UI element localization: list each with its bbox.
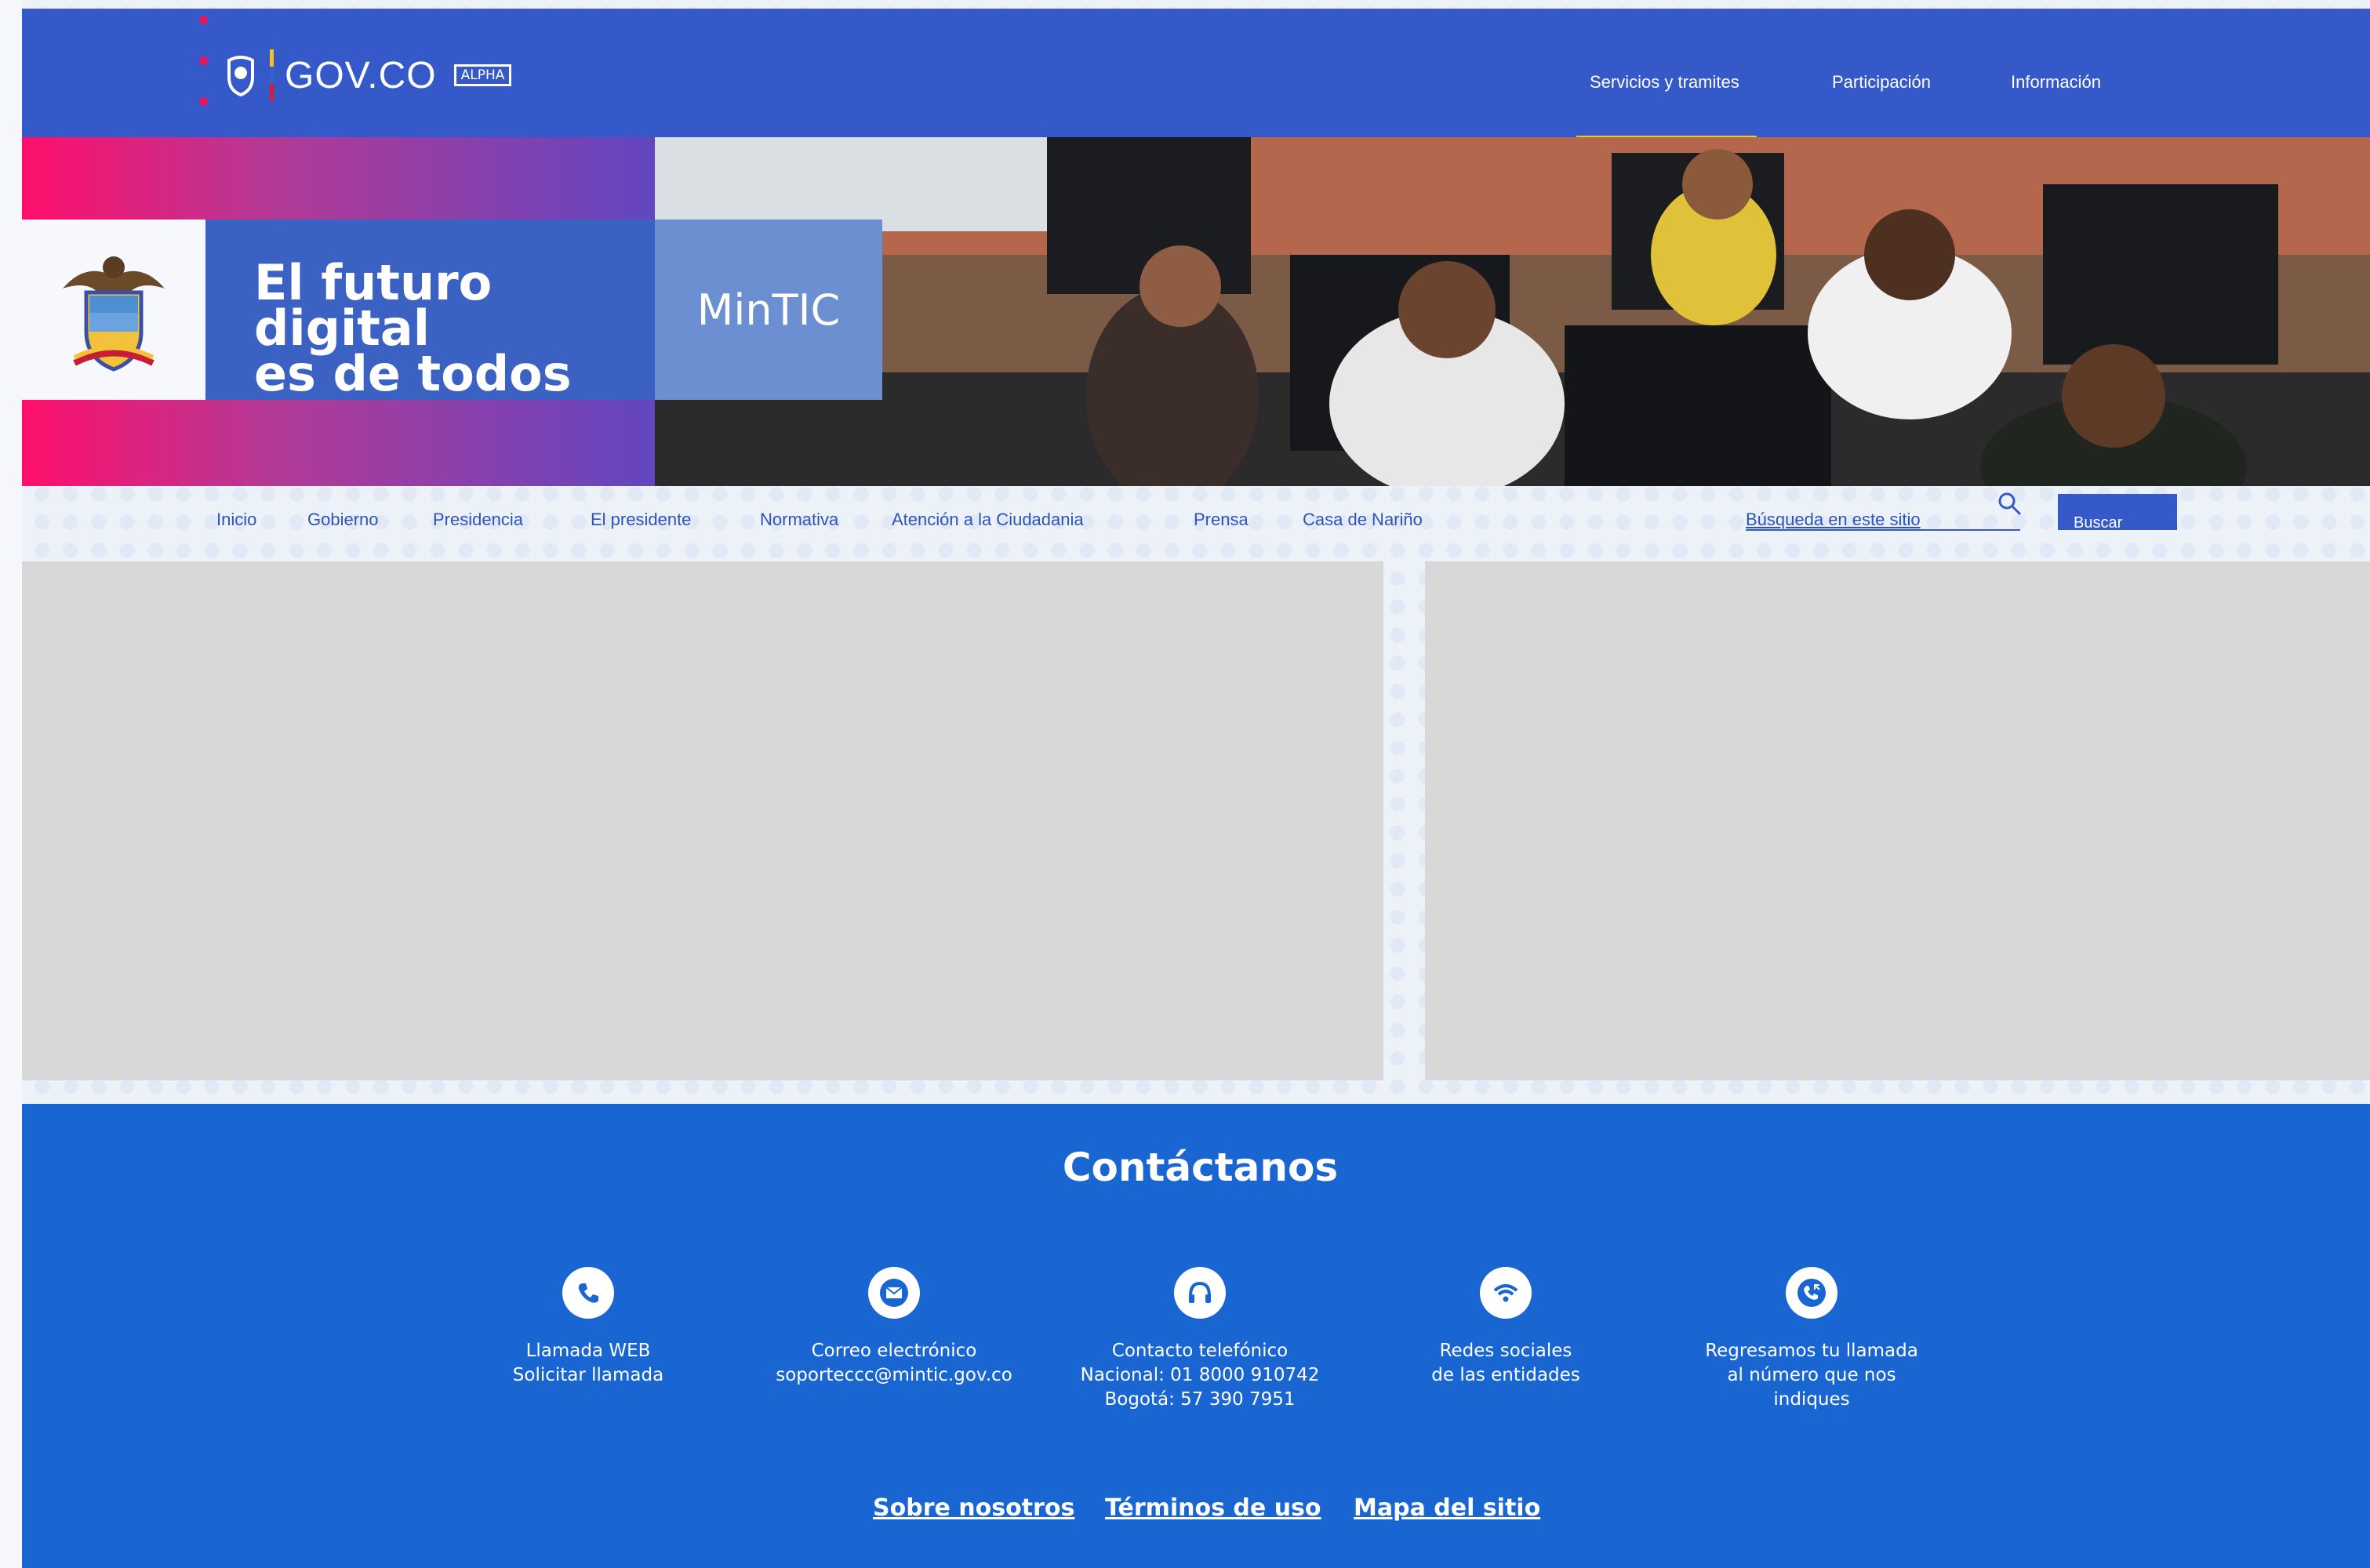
entity-label: MinTIC: [655, 220, 882, 400]
search-underline: [1746, 529, 2020, 531]
nav-prensa[interactable]: Prensa: [1194, 510, 1249, 530]
contact-line: al número que nos: [1727, 1365, 1896, 1385]
contact-line: soporteccc@mintic.gov.co: [776, 1365, 1012, 1385]
contact-web-call[interactable]: Llamada WEB Solicitar llamada: [447, 1267, 729, 1388]
coat-of-arms-icon: [63, 256, 165, 372]
slogan-line-2: es de todos: [254, 345, 572, 402]
classroom-photo: [655, 137, 2370, 486]
govco-logo[interactable]: GOV.CO ALPHA: [223, 49, 512, 101]
content-panel-left: [22, 561, 1383, 1080]
link-mapa-sitio[interactable]: Mapa del sitio: [1354, 1494, 1540, 1522]
hero-gradient-top: [22, 137, 655, 220]
contact-social[interactable]: Redes sociales de las entidades: [1365, 1267, 1647, 1388]
slogan-line-1: El futuro digital: [254, 254, 493, 357]
wifi-icon: [1493, 1284, 1518, 1302]
nav-participacion[interactable]: Participación: [1832, 72, 1931, 147]
headset-icon: [1189, 1281, 1211, 1303]
nav-gobierno[interactable]: Gobierno: [307, 510, 379, 530]
contact-line: Solicitar llamada: [512, 1365, 664, 1385]
callback-icon: [1797, 1279, 1826, 1307]
hero-banner: El futuro digital es de todos MinTIC: [22, 137, 2370, 486]
contact-line: Nacional: 01 8000 910742: [1080, 1365, 1320, 1385]
hero-gradient-bottom: [22, 400, 655, 486]
contact-line: Redes sociales: [1439, 1341, 1572, 1361]
coat-of-arms-icon: [227, 56, 254, 96]
contact-line: Bogotá: 57 390 7951: [1104, 1389, 1296, 1410]
logo-separator: [270, 49, 274, 101]
link-sobre-nosotros[interactable]: Sobre nosotros: [873, 1494, 1074, 1522]
contact-line: Contacto telefónico: [1111, 1341, 1289, 1361]
nav-inicio[interactable]: Inicio: [216, 510, 256, 530]
colombia-emblem: [22, 220, 205, 400]
search-button[interactable]: Buscar: [2058, 494, 2177, 530]
nav-servicios-tramites[interactable]: Servicios y tramites: [1576, 72, 1757, 147]
content-panel-right: [1425, 561, 2370, 1080]
contact-email[interactable]: Correo electrónico soporteccc@mintic.gov…: [753, 1267, 1035, 1388]
left-margin: [0, 0, 22, 1568]
nav-casa-narino[interactable]: Casa de Nariño: [1303, 510, 1423, 530]
contact-line: Regresamos tu llamada: [1705, 1341, 1918, 1361]
slogan: El futuro digital es de todos: [205, 220, 655, 400]
nav-presidencia[interactable]: Presidencia: [433, 510, 523, 530]
footer: Contáctanos Llamada WEB Solicitar llamad…: [22, 1104, 2370, 1568]
mail-icon: [880, 1279, 908, 1307]
nav-el-presidente[interactable]: El presidente: [591, 510, 691, 530]
footer-title: Contáctanos: [1062, 1145, 1339, 1190]
nav-informacion[interactable]: Información: [2011, 72, 2101, 147]
phone-icon: [578, 1283, 598, 1303]
secondary-nav: Inicio Gobierno Presidencia El president…: [22, 486, 2370, 561]
nav-normativa[interactable]: Normativa: [760, 510, 838, 530]
contact-line: Llamada WEB: [525, 1341, 651, 1361]
brand-name: GOV.CO: [285, 54, 437, 96]
alpha-badge: ALPHA: [453, 64, 512, 86]
top-header: GOV.CO ALPHA Servicios y tramites Partic…: [22, 9, 2370, 187]
contact-line: indiques: [1773, 1389, 1850, 1410]
link-terminos-uso[interactable]: Términos de uso: [1105, 1494, 1321, 1522]
search-icon[interactable]: [1997, 491, 2023, 517]
search-input[interactable]: Búsqueda en este sitio: [1746, 510, 1921, 530]
nav-atencion-ciudadania[interactable]: Atención a la Ciudadania: [892, 510, 1084, 530]
contact-line: Correo electrónico: [811, 1341, 977, 1361]
contact-line: de las entidades: [1431, 1365, 1580, 1385]
contact-phone[interactable]: Contacto telefónico Nacional: 01 8000 91…: [1059, 1267, 1341, 1412]
contact-callback[interactable]: Regresamos tu llamada al número que nos …: [1670, 1267, 1953, 1412]
hero-photo: [655, 137, 2370, 486]
